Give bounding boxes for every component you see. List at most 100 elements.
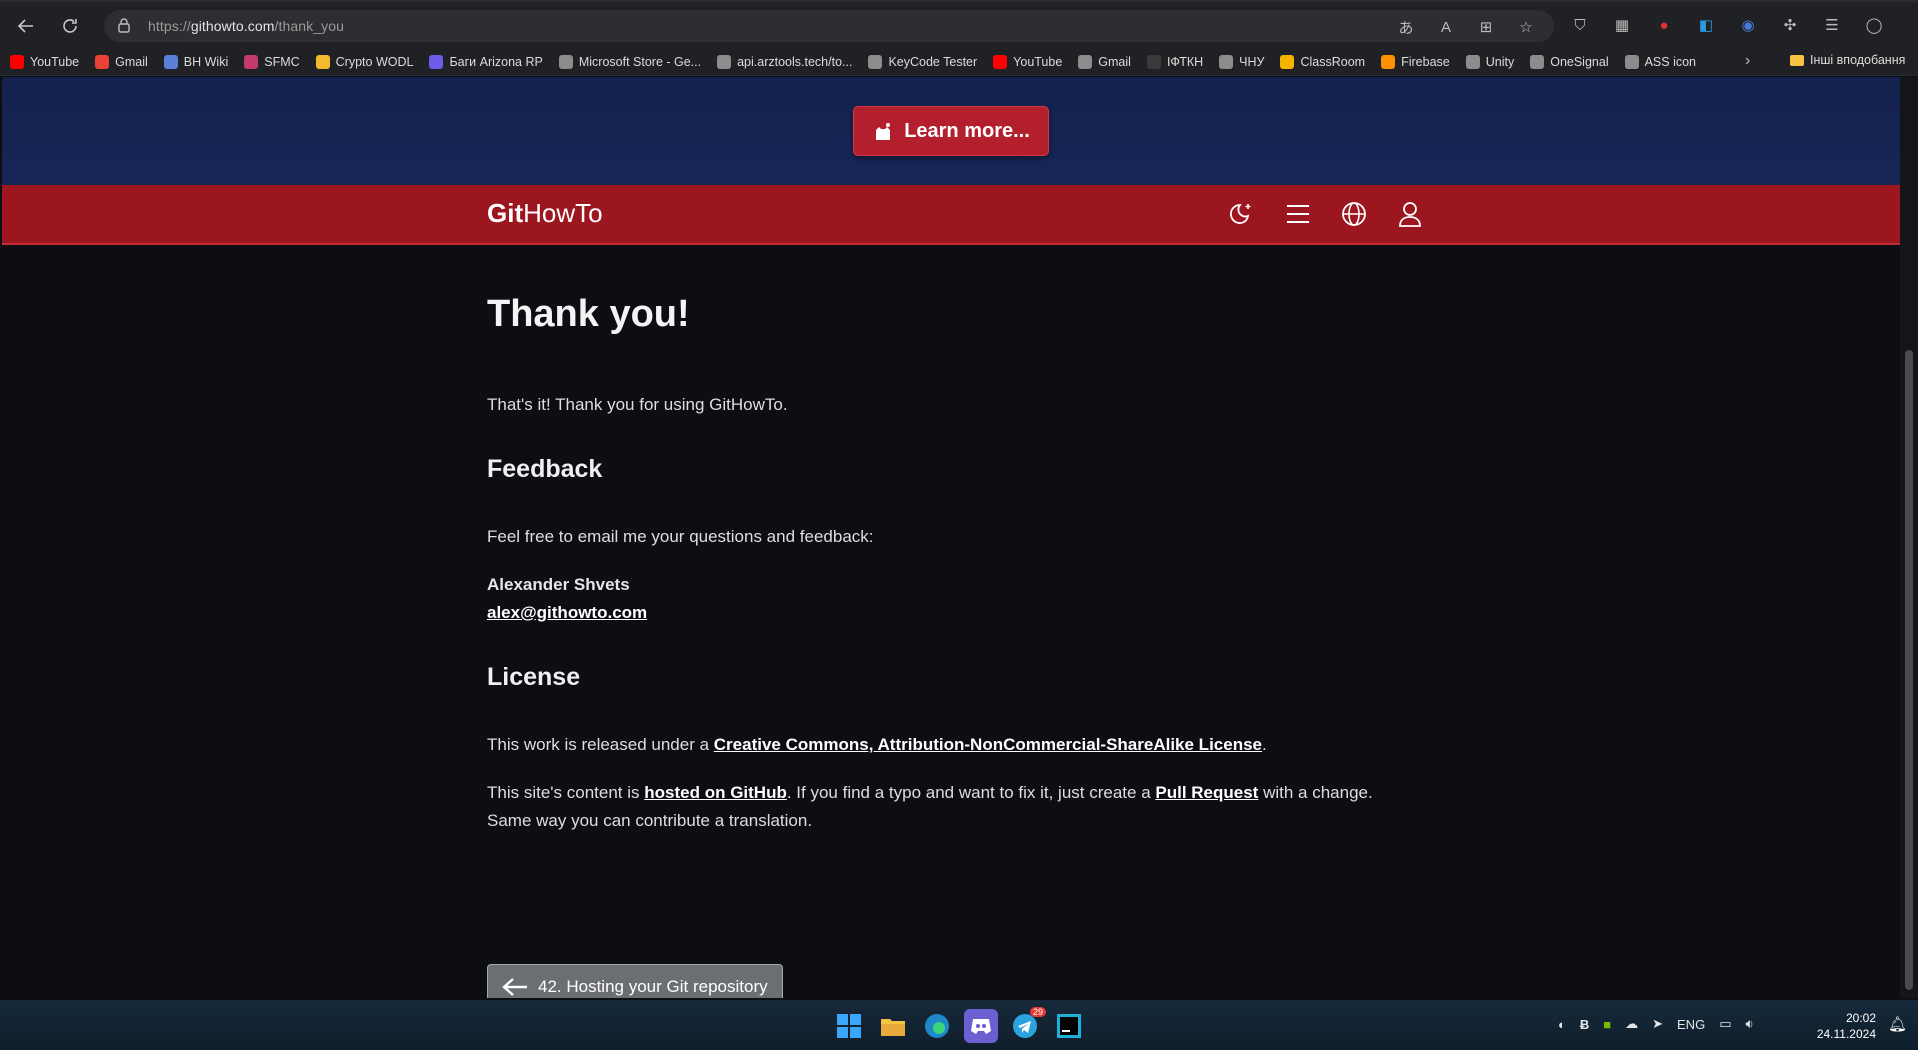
license-suffix: . [1262,735,1267,754]
bookmark-item[interactable]: YouTube [10,54,79,69]
menu-hamburger-icon[interactable] [1282,198,1314,230]
scrollbar-thumb[interactable] [1905,350,1913,990]
read-aloud-icon[interactable]: A [1436,17,1456,37]
bookmark-label: Microsoft Store - Ge... [578,54,702,69]
github-link[interactable]: hosted on GitHub [644,783,787,802]
telegram-badge: 29 [1029,1007,1046,1017]
bookmark-item[interactable]: KeyCode Tester [868,54,977,69]
start-button[interactable] [832,1009,866,1043]
previous-lesson-label: 42. Hosting your Git repository [538,977,768,996]
bookmarks-overflow-chevron-icon[interactable]: › [1745,52,1750,70]
vpn-extension-icon[interactable]: ◉ [1738,15,1758,35]
license-text: This work is released under a Creative C… [487,731,1417,759]
bookmark-item[interactable]: YouTube [993,54,1062,69]
profile-icon[interactable]: ◯ [1864,15,1884,35]
bookmark-item[interactable]: Gmail [1078,54,1131,69]
hosted-prefix: This site's content is [487,783,645,802]
back-button[interactable] [12,12,40,40]
bookmark-label: api.arztools.tech/to... [737,54,853,69]
bookmark-label: ЧНУ [1239,54,1265,69]
bookmark-item[interactable]: Баги Arizona RP [429,54,543,69]
bookmark-item[interactable]: Microsoft Store - Ge... [558,54,702,69]
edge-browser-app[interactable] [920,1009,954,1043]
bookmark-item[interactable]: SFMC [244,54,300,69]
pull-request-link[interactable]: Pull Request [1155,783,1258,802]
address-bar[interactable]: https://githowto.com/thank_you あ A ⊞ ☆ [104,10,1554,42]
notification-bell-icon[interactable]: 🔔︎ [1888,1015,1907,1033]
bookmark-item[interactable]: ІФТКН [1146,54,1203,69]
bookmark-favicon-icon [429,54,444,69]
bookmark-item[interactable]: ЧНУ [1219,54,1265,69]
language-globe-icon[interactable] [1338,198,1370,230]
file-explorer-app[interactable] [876,1009,910,1043]
volume-icon[interactable]: 🔉︎ [1745,1016,1753,1032]
site-logo[interactable]: GitHowTo [487,198,603,229]
lock-icon [118,18,130,38]
onedrive-icon[interactable]: ☁ [1625,1016,1638,1032]
license-link[interactable]: Creative Commons, Attribution-NonCommerc… [714,735,1262,754]
qr-extension-icon[interactable]: ▦ [1612,15,1632,35]
app-install-icon[interactable]: ⊞ [1476,17,1496,37]
bookmark-label: ASS icon [1644,54,1697,69]
bookmark-favicon-icon [244,54,259,69]
cat-icon [876,123,891,140]
hosting-text: This site's content is hosted on GitHub.… [487,779,1417,835]
bookmarks-bar: YouTube Gmail BH Wiki SFMC Crypto WODL Баги A… [0,48,1918,76]
url-domain: githowto.com [190,18,275,34]
clock-time: 20:02 [1845,1011,1876,1025]
clock-date: 24.11.2024 [1816,1027,1876,1041]
bookmark-item[interactable]: Crypto WODL [315,54,413,69]
bookmark-favicon-icon [717,54,732,69]
language-indicator[interactable]: ENG [1677,1017,1705,1032]
bookmark-item[interactable]: Gmail [95,54,148,69]
red-extension-icon[interactable]: ● [1654,15,1674,35]
bookmark-favicon-icon [1465,54,1480,69]
web-page: Learn more... GitHowTo Thank you! That's… [2,77,1900,998]
bookmark-item[interactable]: Unity [1465,54,1514,69]
learn-more-button[interactable]: Learn more... [853,106,1049,156]
telegram-tray-icon[interactable]: ➤ [1652,1016,1663,1032]
tray-app-icon[interactable]: Ƀ [1580,1017,1589,1032]
url-path: /thank_you [274,18,345,34]
webstorm-app[interactable] [1052,1009,1086,1043]
extensions-puzzle-icon[interactable]: ✣ [1780,15,1800,35]
telegram-app[interactable]: 29 [1008,1007,1046,1043]
bookmark-item[interactable]: Firebase [1381,54,1450,69]
reload-button[interactable] [56,12,84,40]
bookmark-item[interactable]: BH Wiki [163,54,228,69]
license-heading: License [487,663,581,691]
network-icon[interactable]: ▭ [1719,1016,1731,1032]
translate-icon[interactable]: あ [1396,17,1416,37]
folder-icon [1790,54,1804,66]
bookmark-label: Gmail [115,54,148,69]
other-bookmarks-folder[interactable]: Інші вподобання [1790,53,1905,67]
bookmark-item[interactable]: ClassRoom [1280,54,1366,69]
nvidia-tray-icon[interactable]: ■ [1603,1017,1611,1032]
site-header: GitHowTo [2,185,1900,245]
bookmark-item[interactable]: OneSignal [1530,54,1609,69]
theme-toggle-icon[interactable] [1226,198,1258,230]
url-text: https://githowto.com/thank_you [148,18,344,34]
bookmark-favicon-icon [1219,54,1234,69]
bookmark-favicon-icon [315,54,330,69]
bookmark-favicon-icon [558,54,573,69]
bookmark-favicon-icon [1146,54,1161,69]
arrow-left-icon [502,978,527,996]
shield-extension-icon[interactable]: ⛉ [1570,15,1590,35]
blue-extension-icon[interactable]: ◧ [1696,15,1716,35]
browser-toolbar: https://githowto.com/thank_you あ A ⊞ ☆ ⛉… [0,0,1918,50]
bookmark-label: ClassRoom [1300,54,1366,69]
favorite-star-icon[interactable]: ☆ [1516,17,1536,37]
discord-app[interactable] [964,1009,998,1043]
author-email-link[interactable]: alex@githowto.com [487,603,647,622]
bookmark-item[interactable]: api.arztools.tech/to... [717,54,853,69]
edge-icon [925,1014,949,1038]
bookmark-item[interactable]: ASS icon [1624,54,1697,69]
previous-lesson-button[interactable]: 42. Hosting your Git repository [487,964,783,998]
system-clock[interactable]: 20:02 24.11.2024 [1816,1010,1876,1042]
favorites-icon[interactable]: ☰ [1822,15,1842,35]
discord-tray-icon[interactable]: ◐ [1558,1017,1566,1032]
system-tray: ◐ Ƀ ■ ☁ ➤ ENG ▭ 🔉︎ [1558,1016,1754,1032]
bookmark-favicon-icon [868,54,883,69]
user-account-icon[interactable] [1394,198,1426,230]
